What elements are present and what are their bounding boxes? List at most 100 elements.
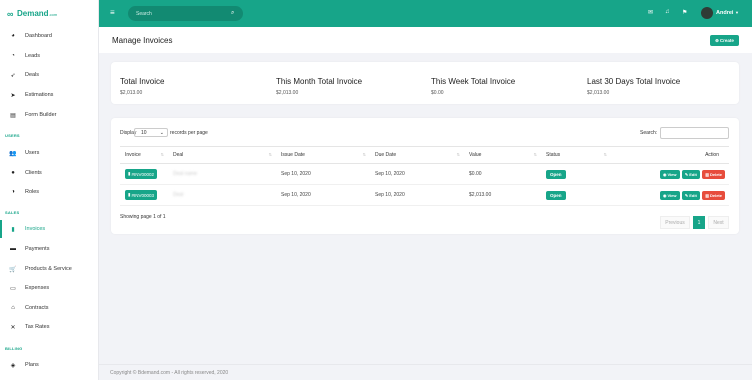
mail-icon[interactable]: ✉ bbox=[648, 9, 653, 16]
create-button[interactable]: ⊕ Create bbox=[710, 35, 739, 46]
stat-value: $0.00 bbox=[431, 90, 444, 96]
sidebar-item-label: Plans bbox=[25, 362, 39, 368]
search-icon[interactable]: ⌕ bbox=[231, 10, 234, 17]
invoice-icon: ▮ bbox=[11, 226, 15, 233]
per-page-select[interactable]: 10 ⌄ bbox=[134, 128, 168, 137]
sidebar-item-estimations[interactable]: ➤ Estimations bbox=[0, 86, 99, 104]
cell-invoice: ▮ #INV00003 bbox=[120, 184, 168, 206]
section-label-sales: SALES bbox=[5, 210, 20, 215]
sidebar-item-products-service[interactable]: 🛒 Products & Service bbox=[0, 260, 99, 278]
invoice-number-button[interactable]: ▮ #INV00002 bbox=[125, 169, 158, 179]
sidebar-item-users[interactable]: 👥 Users bbox=[0, 144, 99, 162]
eye-icon: ◉ bbox=[662, 171, 667, 177]
table-search-input[interactable] bbox=[660, 127, 729, 139]
sort-icon: ⇅ bbox=[268, 152, 272, 157]
sidebar-item-clients[interactable]: ● Clients bbox=[0, 164, 99, 182]
header-status[interactable]: Status ⇅ bbox=[541, 146, 611, 164]
header-due-date[interactable]: Due Date ⇅ bbox=[370, 146, 464, 164]
invoices-table-card: Display 10 ⌄ records per page Search: In… bbox=[111, 118, 739, 234]
sidebar-item-leads[interactable]: ◔ Leads bbox=[0, 47, 99, 65]
sidebar-item-label: Tax Rates bbox=[25, 324, 50, 330]
section-label-users: USERS bbox=[5, 133, 20, 138]
percent-icon: ✕ bbox=[10, 324, 16, 331]
eye-icon: ◉ bbox=[662, 192, 667, 198]
pagination-page-1[interactable]: 1 bbox=[693, 216, 705, 229]
stat-month-total: This Month Total Invoice $2,013.00 bbox=[276, 77, 362, 96]
sidebar-item-deals[interactable]: ➶ Deals bbox=[0, 66, 99, 84]
avatar[interactable] bbox=[701, 7, 713, 19]
header-value[interactable]: Value ⇅ bbox=[464, 146, 541, 164]
table-row: ▮ #INV00002 Deal name Sep 10, 2020 Sep 1… bbox=[120, 163, 729, 185]
per-page-value: 10 bbox=[141, 129, 147, 136]
sidebar-item-label: Form Builder bbox=[25, 112, 57, 118]
invoice-number: #INV00003 bbox=[131, 192, 155, 198]
sidebar: ∞ Demand.com ◕ Dashboard ◔ Leads ➶ Deals… bbox=[0, 0, 99, 380]
cell-action: ◉ View ✎ Edit ▥ Delete bbox=[611, 184, 729, 206]
view-button[interactable]: ◉ View bbox=[659, 169, 680, 179]
flag-icon[interactable]: ⚑ bbox=[682, 9, 687, 16]
page-header: Manage Invoices ⊕ Create bbox=[99, 27, 752, 53]
sidebar-item-contracts[interactable]: ⌂ Contracts bbox=[0, 299, 99, 317]
cell-deal: Deal bbox=[168, 184, 276, 206]
stat-value: $2,013.00 bbox=[276, 90, 299, 96]
stat-title: This Week Total Invoice bbox=[431, 77, 516, 86]
infinity-logo-icon: ∞ bbox=[7, 8, 14, 19]
footer: Copyright © Bdemand.com - All rights res… bbox=[99, 364, 752, 380]
sidebar-item-dashboard[interactable]: ◕ Dashboard bbox=[0, 27, 99, 45]
edit-button[interactable]: ✎ Edit bbox=[681, 169, 700, 179]
view-button[interactable]: ◉ View bbox=[659, 190, 680, 200]
menu-icon[interactable]: ≡ bbox=[110, 8, 115, 17]
stat-title: Last 30 Days Total Invoice bbox=[587, 77, 681, 86]
sort-icon: ⇅ bbox=[362, 152, 366, 157]
file-icon: ▮ bbox=[128, 171, 131, 176]
copyright-text: Copyright © Bdemand.com - All rights res… bbox=[110, 370, 229, 376]
cell-issue-date: Sep 10, 2020 bbox=[276, 163, 370, 185]
pie-chart-icon: ◔ bbox=[11, 53, 15, 59]
search-bar[interactable]: ⌕ bbox=[128, 6, 243, 21]
stat-week-total: This Week Total Invoice $0.00 bbox=[431, 77, 515, 96]
clients-icon: ● bbox=[11, 170, 15, 176]
sidebar-item-label: Leads bbox=[25, 53, 40, 59]
cart-icon: 🛒 bbox=[9, 266, 17, 273]
cell-due-date: Sep 10, 2020 bbox=[370, 184, 464, 206]
sidebar-item-plans[interactable]: ◈ Plans bbox=[0, 356, 99, 374]
payments-icon: ▬ bbox=[10, 246, 16, 252]
sidebar-item-form-builder[interactable]: ▤ Form Builder bbox=[0, 106, 99, 124]
brand-name: Demand.com bbox=[17, 9, 58, 18]
stat-value: $2,013.00 bbox=[587, 90, 610, 96]
stat-value: $2,013.00 bbox=[120, 90, 143, 96]
sidebar-item-invoices[interactable]: ▮ Invoices bbox=[0, 220, 99, 238]
trash-icon: ▥ bbox=[705, 192, 709, 198]
search-input[interactable] bbox=[136, 10, 231, 17]
create-label: Create bbox=[719, 38, 734, 43]
table-header-row: Invoice ⇅ Deal ⇅ Issue Date ⇅ Due Date ⇅ Val… bbox=[120, 146, 729, 164]
delete-button[interactable]: ▥ Delete bbox=[702, 169, 725, 179]
user-name[interactable]: Andrei bbox=[716, 10, 733, 16]
per-page-suffix: records per page bbox=[170, 130, 208, 136]
header-issue-date[interactable]: Issue Date ⇅ bbox=[276, 146, 370, 164]
sidebar-item-label: Estimations bbox=[25, 92, 54, 98]
sort-icon: ⇅ bbox=[160, 152, 164, 157]
sidebar-item-roles[interactable]: ◑ Roles bbox=[0, 183, 99, 201]
users-icon: 👥 bbox=[9, 150, 17, 157]
pagination-next[interactable]: Next bbox=[708, 216, 729, 229]
stat-title: This Month Total Invoice bbox=[276, 77, 363, 86]
sidebar-item-label: Dashboard bbox=[25, 33, 52, 39]
invoice-number-button[interactable]: ▮ #INV00003 bbox=[125, 190, 158, 200]
chevron-down-icon[interactable]: ▼ bbox=[735, 10, 739, 15]
sort-icon: ⇅ bbox=[603, 152, 607, 157]
brand[interactable]: ∞ Demand.com bbox=[0, 0, 98, 27]
pagination-previous[interactable]: Previous bbox=[660, 216, 690, 229]
header-deal[interactable]: Deal ⇅ bbox=[168, 146, 276, 164]
cell-due-date: Sep 10, 2020 bbox=[370, 163, 464, 185]
edit-button[interactable]: ✎ Edit bbox=[681, 190, 700, 200]
sidebar-item-tax-rates[interactable]: ✕ Tax Rates bbox=[0, 318, 99, 336]
header-invoice[interactable]: Invoice ⇅ bbox=[120, 146, 168, 164]
delete-button[interactable]: ▥ Delete bbox=[702, 190, 725, 200]
sidebar-item-payments[interactable]: ▬ Payments bbox=[0, 240, 99, 258]
stat-30days-total: Last 30 Days Total Invoice $2,013.00 bbox=[587, 77, 680, 96]
sidebar-item-expenses[interactable]: ▭ Expenses bbox=[0, 279, 99, 297]
sort-icon: ⇅ bbox=[456, 152, 460, 157]
bell-icon[interactable]: ♫ bbox=[665, 9, 670, 15]
page-title: Manage Invoices bbox=[112, 36, 173, 45]
